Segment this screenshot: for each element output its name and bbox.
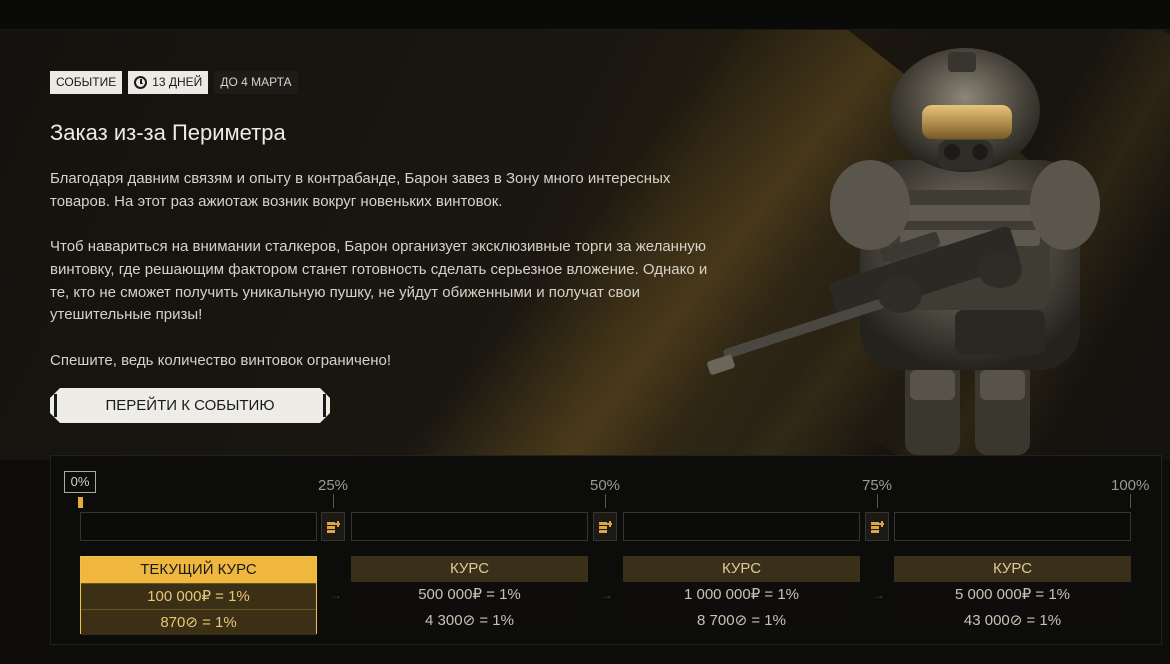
progress-tick bbox=[1130, 494, 1131, 508]
event-tag-label: СОБЫТИЕ bbox=[56, 75, 117, 89]
event-tags: СОБЫТИЕ 13 ДНЕЙ ДО 4 МАРТА bbox=[50, 71, 298, 94]
progress-current-marker: 0% bbox=[64, 471, 96, 493]
coin-stack-icon bbox=[871, 520, 884, 533]
description-paragraph: Чтоб навариться на внимании сталкеров, Б… bbox=[50, 238, 708, 324]
go-to-event-button[interactable]: ПЕРЕЙТИ К СОБЫТИЮ bbox=[50, 388, 330, 423]
progress-pointer bbox=[78, 497, 83, 508]
progress-tick bbox=[877, 494, 878, 508]
progress-label-100: 100% bbox=[1111, 477, 1150, 494]
soldier-illustration bbox=[707, 48, 1100, 455]
rate-card: КУРС 1 000 000₽ = 1% 8 700⊘ = 1% bbox=[623, 556, 860, 634]
arrow-right-icon: → bbox=[330, 588, 342, 602]
rate-coins: 4 300⊘ = 1% bbox=[351, 608, 588, 634]
rate-rubles: 500 000₽ = 1% bbox=[351, 582, 588, 608]
description-paragraph: Спешите, ведь количество винтовок ограни… bbox=[50, 351, 392, 369]
event-tag: СОБЫТИЕ bbox=[50, 71, 123, 94]
rate-card: КУРС 500 000₽ = 1% 4 300⊘ = 1% bbox=[351, 556, 588, 634]
progress-segment bbox=[351, 512, 588, 541]
progress-segment bbox=[80, 512, 317, 541]
progress-tick bbox=[333, 494, 334, 508]
rate-coins: 870⊘ = 1% bbox=[81, 609, 316, 635]
progress-tick bbox=[605, 494, 606, 508]
event-title: Заказ из-за Периметра bbox=[50, 120, 286, 145]
coin-stack-button[interactable] bbox=[593, 512, 617, 541]
progress-segment bbox=[894, 512, 1131, 541]
end-date-tag: ДО 4 МАРТА bbox=[214, 71, 298, 94]
clock-icon bbox=[134, 76, 148, 89]
rate-card: КУРС 5 000 000₽ = 1% 43 000⊘ = 1% bbox=[894, 556, 1131, 634]
rate-card-title: ТЕКУЩИЙ КУРС bbox=[81, 557, 316, 583]
coin-stack-button[interactable] bbox=[321, 512, 345, 541]
rate-rubles: 1 000 000₽ = 1% bbox=[623, 582, 860, 608]
description-paragraph: Благодаря давним связям и опыту в контра… bbox=[50, 170, 671, 210]
arrow-right-icon: → bbox=[601, 588, 613, 602]
progress-label-75: 75% bbox=[862, 477, 893, 494]
rate-card-title: КУРС bbox=[623, 556, 860, 582]
rate-card-title: КУРС bbox=[351, 556, 588, 582]
days-left-tag: 13 ДНЕЙ bbox=[128, 71, 209, 94]
progress-segment bbox=[623, 512, 860, 541]
arrow-right-icon: → bbox=[873, 588, 885, 602]
event-description: Благодаря давним связям и опыту в контра… bbox=[50, 168, 730, 395]
coin-stack-icon bbox=[599, 520, 612, 533]
progress-label-50: 50% bbox=[590, 477, 621, 494]
end-date-label: ДО 4 МАРТА bbox=[220, 75, 292, 89]
rate-rubles: 100 000₽ = 1% bbox=[81, 583, 316, 609]
rate-card-current: ТЕКУЩИЙ КУРС 100 000₽ = 1% 870⊘ = 1% bbox=[80, 556, 317, 635]
days-left-label: 13 ДНЕЙ bbox=[152, 75, 203, 89]
progress-label-25: 25% bbox=[318, 477, 349, 494]
coin-stack-button[interactable] bbox=[865, 512, 889, 541]
rate-card-title: КУРС bbox=[894, 556, 1131, 582]
rate-coins: 8 700⊘ = 1% bbox=[623, 608, 860, 634]
top-bar bbox=[0, 0, 1170, 30]
coin-stack-icon bbox=[327, 520, 340, 533]
rate-coins: 43 000⊘ = 1% bbox=[894, 608, 1131, 634]
rate-rubles: 5 000 000₽ = 1% bbox=[894, 582, 1131, 608]
